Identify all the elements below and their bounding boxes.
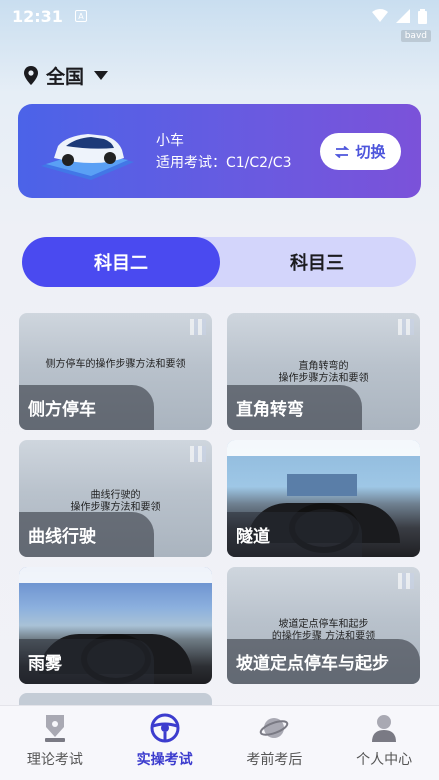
vehicle-name: 小车 xyxy=(156,133,184,149)
tunnel-gate xyxy=(287,474,357,496)
caption-line: 曲线行驶的 xyxy=(90,490,141,501)
notification-a-icon: A xyxy=(74,10,87,22)
bottom-nav: 理论考试 实操考试 考前考后 个人中心 xyxy=(0,705,439,780)
card-title: 坡道定点停车与起步 xyxy=(227,639,420,684)
caption-line: 操作步骤方法和要领 xyxy=(278,373,369,384)
caption-line: 坡道定点停车和起步 xyxy=(278,619,369,630)
nav-before-after-exam[interactable]: 考前考后 xyxy=(220,706,330,780)
card-topbar xyxy=(227,440,420,456)
subject-tabs: 科目二 科目三 xyxy=(22,237,416,287)
tab-label: 科目二 xyxy=(94,253,148,274)
card-caption: 侧方停车的操作步骤方法和要领 xyxy=(19,359,212,371)
topic-card-tunnel[interactable]: 隧道 xyxy=(227,440,420,557)
steering-wheel-icon xyxy=(150,713,180,743)
signal-icon xyxy=(396,9,410,23)
vehicle-exam-types: 适用考试：C1/C2/C3 xyxy=(156,155,292,171)
card-title: 直角转弯 xyxy=(227,385,362,430)
battery-icon xyxy=(418,8,427,24)
location-label: 全国 xyxy=(46,66,85,88)
nav-label: 个人中心 xyxy=(356,752,413,768)
card-caption: 直角转弯的 操作步骤方法和要领 xyxy=(227,361,420,385)
status-time: 12:31 xyxy=(12,6,63,26)
card-title: 侧方停车 xyxy=(19,385,154,430)
planet-icon xyxy=(259,713,289,743)
caption-line: 直角转弯的 xyxy=(298,361,349,372)
card-caption: 曲线行驶的 操作步骤方法和要领 xyxy=(19,490,212,514)
nav-label: 考前考后 xyxy=(246,752,303,768)
nav-label: 实操考试 xyxy=(136,752,193,768)
card-topbar xyxy=(19,567,212,583)
swap-arrows-icon xyxy=(335,145,350,158)
card-title: 曲线行驶 xyxy=(19,512,154,557)
tab-subject-two[interactable]: 科目二 xyxy=(22,237,220,287)
card-title: 雨雾 xyxy=(19,639,154,684)
user-icon xyxy=(369,713,399,743)
topic-card-rain-fog[interactable]: 雨雾 xyxy=(19,567,212,684)
nav-profile[interactable]: 个人中心 xyxy=(329,706,439,780)
car-illustration xyxy=(41,134,134,180)
pixel-mark xyxy=(398,573,414,589)
pixel-mark xyxy=(190,446,206,462)
pen-nib-icon xyxy=(40,713,70,743)
topic-card-side-parking[interactable]: 侧方停车的操作步骤方法和要领 侧方停车 xyxy=(19,313,212,430)
caret-down-icon xyxy=(94,71,109,80)
corner-tag: bavd xyxy=(400,30,431,42)
vehicle-card: 小车 适用考试：C1/C2/C3 切换 xyxy=(18,104,421,198)
topic-card-curve-driving[interactable]: 曲线行驶的 操作步骤方法和要领 曲线行驶 xyxy=(19,440,212,557)
nav-practical-exam[interactable]: 实操考试 xyxy=(110,706,220,780)
status-bar: 12:31 A xyxy=(0,0,439,32)
topic-card-right-angle-turn[interactable]: 直角转弯的 操作步骤方法和要领 直角转弯 xyxy=(227,313,420,430)
tab-subject-three[interactable]: 科目三 xyxy=(218,237,416,287)
switch-vehicle-button[interactable]: 切换 xyxy=(320,133,401,170)
tab-label: 科目三 xyxy=(290,253,344,274)
nav-label: 理论考试 xyxy=(26,752,83,768)
wifi-icon xyxy=(372,9,388,22)
nav-theory-exam[interactable]: 理论考试 xyxy=(0,706,110,780)
topic-card-hill-start[interactable]: 坡道定点停车和起步 的操作步骤 方法和要领 坡道定点停车与起步 xyxy=(227,567,420,684)
card-title: 隧道 xyxy=(227,512,362,557)
pixel-mark xyxy=(398,319,414,335)
location-pin-icon xyxy=(24,66,38,85)
location-selector[interactable]: 全国 xyxy=(24,62,109,89)
status-icons xyxy=(372,8,427,24)
switch-label: 切换 xyxy=(355,143,386,161)
caption-line: 侧方停车的操作步骤方法和要领 xyxy=(45,359,186,370)
pixel-mark xyxy=(190,319,206,335)
